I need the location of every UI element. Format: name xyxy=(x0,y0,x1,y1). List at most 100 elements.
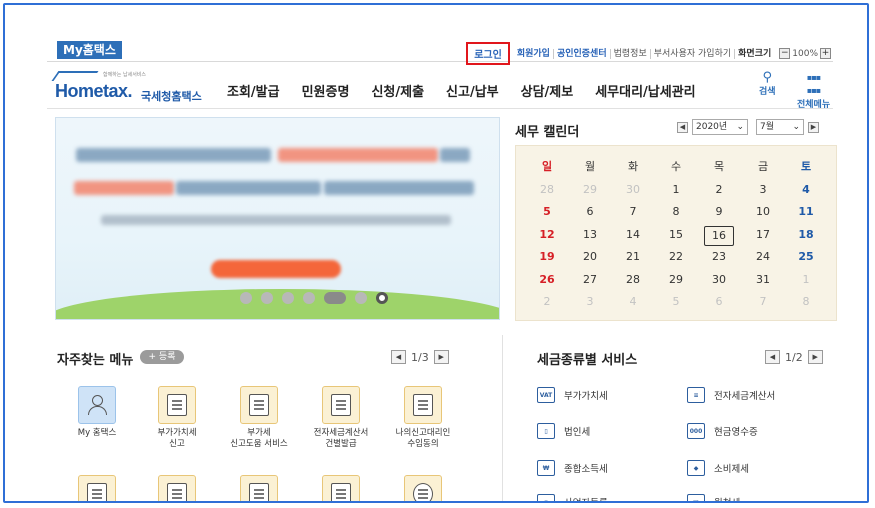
year-select[interactable]: 2020년 ⌄ xyxy=(692,119,748,135)
svc-withholding-tax[interactable]: □ 원천세 xyxy=(687,494,740,501)
menu-row2-item-1[interactable] xyxy=(61,475,133,501)
calendar-day[interactable]: 3 xyxy=(575,293,605,311)
menu-row2-item-2[interactable] xyxy=(141,475,213,501)
calendar-day[interactable]: 29 xyxy=(575,181,605,199)
tax-service-prev-button[interactable]: ◀ xyxy=(765,350,780,364)
search-button[interactable]: ⚲ 검색 xyxy=(759,71,776,97)
calendar-day[interactable]: 28 xyxy=(532,181,562,199)
calendar-day[interactable]: 26 xyxy=(532,271,562,289)
calendar-day[interactable]: 8 xyxy=(661,203,691,221)
menu-row2-item-4[interactable] xyxy=(305,475,377,501)
browser-frame: My홈택스 로그인 회원가입 공인인증센터 법령정보 부서사용자 가입하기 화면… xyxy=(3,3,869,503)
banner-dot-6[interactable] xyxy=(355,292,367,304)
calendar-day[interactable]: 30 xyxy=(618,181,648,199)
calendar-day[interactable]: 18 xyxy=(791,226,821,244)
dept-user-join-link[interactable]: 부서사용자 가입하기 xyxy=(651,48,736,59)
calendar-day[interactable]: 25 xyxy=(791,248,821,266)
cert-center-link[interactable]: 공인인증센터 xyxy=(554,48,611,59)
calendar-day[interactable]: 29 xyxy=(661,271,691,289)
svc-cash-receipt[interactable]: 000 현금영수증 xyxy=(687,423,758,439)
calendar-day[interactable]: 6 xyxy=(704,293,734,311)
svc-consumption-tax[interactable]: ◆ 소비제세 xyxy=(687,460,749,476)
calendar-day[interactable]: 1 xyxy=(661,181,691,199)
calendar-day[interactable]: 21 xyxy=(618,248,648,266)
nav-civil-certificate[interactable]: 민원증명 xyxy=(302,81,350,100)
frequent-next-button[interactable]: ▶ xyxy=(433,350,449,364)
calendar-day[interactable]: 1 xyxy=(791,271,821,289)
calendar-weekday: 금 xyxy=(757,160,769,173)
calendar-day[interactable]: 4 xyxy=(618,293,648,311)
calendar-day[interactable]: 27 xyxy=(575,271,605,289)
banner-pause-control[interactable] xyxy=(324,292,346,304)
calendar-day[interactable]: 7 xyxy=(618,203,648,221)
calendar-day[interactable]: 22 xyxy=(661,248,691,266)
banner-dot-1[interactable] xyxy=(240,292,252,304)
banner-dot-active[interactable] xyxy=(376,292,388,304)
main-banner[interactable] xyxy=(55,117,500,320)
register-menu-button[interactable]: + 등록 xyxy=(140,350,184,364)
calendar-day[interactable]: 11 xyxy=(791,203,821,221)
calendar-next-button[interactable]: ▶ xyxy=(808,121,819,133)
menu-agent-consent[interactable]: 나의신고대리인 수임동의 xyxy=(387,386,459,450)
calendar-day[interactable]: 17 xyxy=(748,226,778,244)
nav-apply-submit[interactable]: 신청/제출 xyxy=(371,81,424,100)
vat-report-icon xyxy=(158,386,196,424)
svc-business-registration[interactable]: ◎ 사업자등록 xyxy=(537,494,608,501)
tax-service-next-button[interactable]: ▶ xyxy=(807,350,823,364)
calendar-day[interactable]: 8 xyxy=(791,293,821,311)
login-link[interactable]: 로그인 xyxy=(466,42,510,65)
law-info-link[interactable]: 법령정보 xyxy=(611,48,651,59)
zoom-in-button[interactable]: + xyxy=(820,48,831,59)
calendar-day[interactable]: 4 xyxy=(791,181,821,199)
calendar-day[interactable]: 23 xyxy=(704,248,734,266)
calendar-day[interactable]: 5 xyxy=(661,293,691,311)
menu-e-invoice[interactable]: 전자세금계산서 건별발급 xyxy=(305,386,377,450)
calendar-day[interactable]: 6 xyxy=(575,203,605,221)
calendar-day[interactable]: 9 xyxy=(704,203,734,221)
calendar-day[interactable]: 30 xyxy=(704,271,734,289)
signup-link[interactable]: 회원가입 xyxy=(514,48,554,59)
my-hometax-tab[interactable]: My홈택스 xyxy=(57,41,122,59)
menu-row2-item-3[interactable] xyxy=(223,475,295,501)
menu-row2-item-5[interactable] xyxy=(387,475,459,501)
tax-calendar-title: 세무 캘린더 xyxy=(515,125,580,140)
month-select[interactable]: 7월 ⌄ xyxy=(756,119,804,135)
banner-dot-4[interactable] xyxy=(303,292,315,304)
calendar-day[interactable]: 14 xyxy=(618,226,648,244)
zoom-out-button[interactable]: − xyxy=(779,48,791,59)
calendar-day[interactable]: 2 xyxy=(532,293,562,311)
svc-corporate-tax[interactable]: ▯ 법인세 xyxy=(537,423,590,439)
banner-pagination xyxy=(240,292,397,304)
calendar-day[interactable]: 20 xyxy=(575,248,605,266)
calendar-day[interactable]: 15 xyxy=(661,226,691,244)
svc-income-tax[interactable]: ₩ 종합소득세 xyxy=(537,460,608,476)
menu-vat-report[interactable]: 부가가치세 신고 xyxy=(141,386,213,450)
nav-tax-agent[interactable]: 세무대리/납세관리 xyxy=(595,81,695,100)
nav-consult-report[interactable]: 상담/제보 xyxy=(521,81,574,100)
nav-inquiry-issuance[interactable]: 조회/발급 xyxy=(227,81,280,100)
calendar-prev-button[interactable]: ◀ xyxy=(677,121,688,133)
frequent-prev-button[interactable]: ◀ xyxy=(391,350,406,364)
calendar-day[interactable]: 28 xyxy=(618,271,648,289)
svc-vat[interactable]: VAT 부가가치세 xyxy=(537,387,608,403)
calendar-day[interactable]: 3 xyxy=(748,181,778,199)
hometax-logo[interactable]: 함께하는 납세서비스 Hometax. 국세청홈택스 xyxy=(51,71,205,103)
all-menu-button[interactable]: ▪▪▪ ▪▪▪ 전체메뉴 xyxy=(797,71,830,110)
menu-vat-help[interactable]: 부가세 신고도움 서비스 xyxy=(223,386,295,450)
calendar-day[interactable]: 5 xyxy=(532,203,562,221)
calendar-day[interactable]: 10 xyxy=(748,203,778,221)
banner-dot-3[interactable] xyxy=(282,292,294,304)
banner-cta-button[interactable] xyxy=(211,260,341,278)
calendar-day[interactable]: 7 xyxy=(748,293,778,311)
calendar-day[interactable]: 2 xyxy=(704,181,734,199)
calendar-day[interactable]: 24 xyxy=(748,248,778,266)
calendar-day[interactable]: 19 xyxy=(532,248,562,266)
calendar-day[interactable]: 12 xyxy=(532,226,562,244)
calendar-day[interactable]: 31 xyxy=(748,271,778,289)
banner-dot-2[interactable] xyxy=(261,292,273,304)
svc-e-tax-invoice[interactable]: ≡ 전자세금계산서 xyxy=(687,387,775,403)
calendar-day-today[interactable]: 16 xyxy=(704,225,734,246)
nav-report-payment[interactable]: 신고/납부 xyxy=(446,81,499,100)
menu-my-hometax[interactable]: My 홈택스 xyxy=(61,386,133,439)
calendar-day[interactable]: 13 xyxy=(575,226,605,244)
